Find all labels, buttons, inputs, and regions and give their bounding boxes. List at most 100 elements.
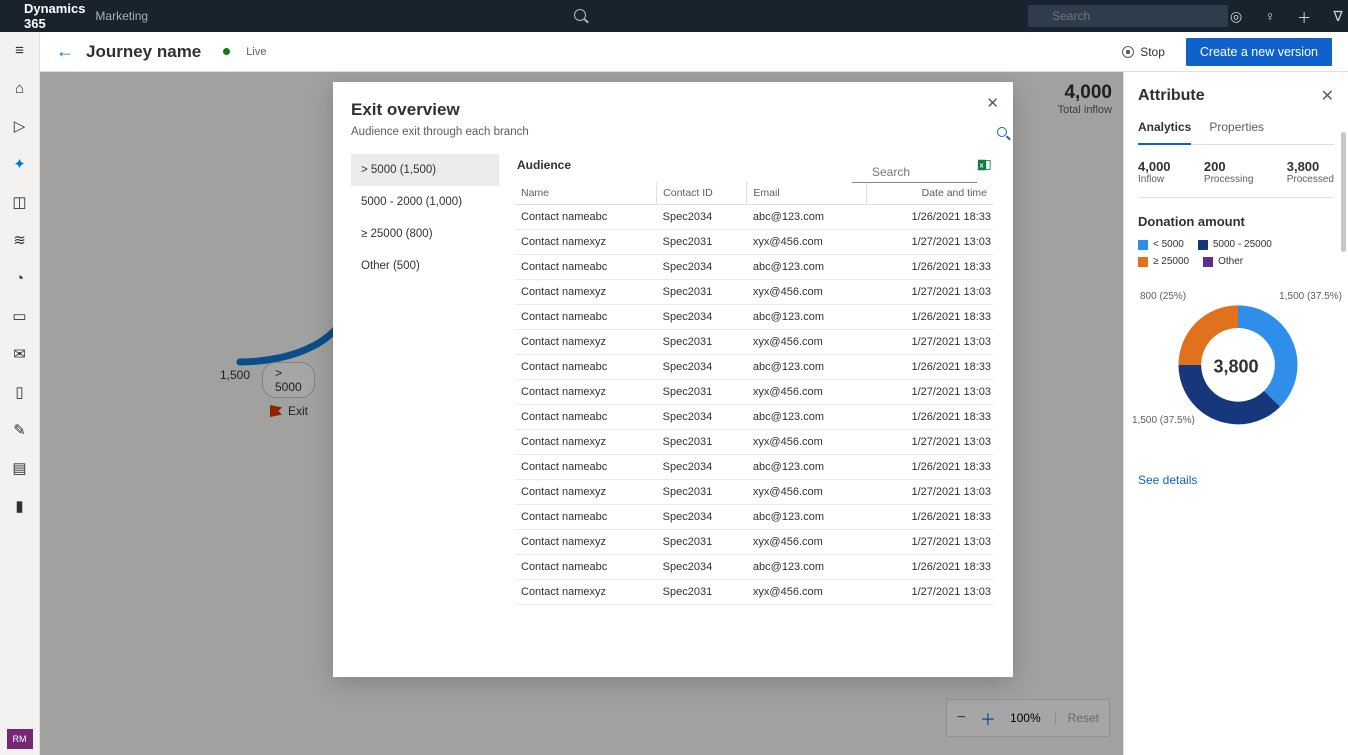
cell-id: Spec2031 xyxy=(657,530,747,555)
panel-stats: 4,000Inflow 200Processing 3,800Processed xyxy=(1138,159,1334,198)
add-icon[interactable]: ＋ xyxy=(1296,8,1312,24)
cell-id: Spec2031 xyxy=(657,430,747,455)
cell-email: xyx@456.com xyxy=(747,580,867,605)
modal-close-button[interactable]: ✕ xyxy=(986,94,999,112)
nav-channels-icon[interactable]: ▭ xyxy=(10,306,30,326)
nav-book-icon[interactable]: ▤ xyxy=(10,458,30,478)
exit-overview-modal: ✕ Exit overview Audience exit through ea… xyxy=(333,82,1013,677)
table-row[interactable]: Contact namexyzSpec2031xyx@456.com1/27/2… xyxy=(515,230,993,255)
table-row[interactable]: Contact namexyzSpec2031xyx@456.com1/27/2… xyxy=(515,580,993,605)
cell-id: Spec2031 xyxy=(657,380,747,405)
cell-name: Contact namexyz xyxy=(515,280,657,305)
table-row[interactable]: Contact nameabcSpec2034abc@123.com1/26/2… xyxy=(515,505,993,530)
cell-name: Contact namexyz xyxy=(515,330,657,355)
tab-properties[interactable]: Properties xyxy=(1209,120,1264,144)
table-row[interactable]: Contact namexyzSpec2031xyx@456.com1/27/2… xyxy=(515,330,993,355)
create-version-button[interactable]: Create a new version xyxy=(1186,38,1332,66)
cell-email: xyx@456.com xyxy=(747,430,867,455)
cell-datetime: 1/26/2021 18:33 xyxy=(867,305,993,330)
back-button[interactable]: ← xyxy=(56,41,74,62)
col-datetime[interactable]: Date and time xyxy=(867,182,993,205)
idea-icon[interactable]: ♀ xyxy=(1262,8,1278,24)
donut-label-lightblue: 1,500 (37.5%) xyxy=(1279,291,1342,302)
legend-item: ≥ 25000 xyxy=(1138,256,1189,267)
app-launcher-icon[interactable] xyxy=(8,7,12,25)
nav-email-icon[interactable]: ✉ xyxy=(10,344,30,364)
left-rail: ≡ ⌂ ▷ ✦ ◫ ≋ ◔ ▭ ✉ ▯ ✎ ▤ ▮ RM xyxy=(0,32,40,755)
tab-analytics[interactable]: Analytics xyxy=(1138,120,1191,145)
brand-area: Marketing xyxy=(95,9,148,23)
branch-item[interactable]: ≥ 25000 (800) xyxy=(351,218,499,250)
top-icons: ◎ ♀ ＋ ∇ ⚙ ? xyxy=(1228,4,1348,28)
col-id[interactable]: Contact ID xyxy=(657,182,747,205)
nav-more-icon[interactable]: ▮ xyxy=(10,496,30,516)
export-excel-icon[interactable]: x xyxy=(977,158,991,172)
search-icon xyxy=(574,9,586,21)
status-text: Live xyxy=(246,46,266,58)
table-row[interactable]: Contact nameabcSpec2034abc@123.com1/26/2… xyxy=(515,255,993,280)
nav-text-icon[interactable]: ✎ xyxy=(10,420,30,440)
nav-mobile-icon[interactable]: ▯ xyxy=(10,382,30,402)
filter-icon[interactable]: ∇ xyxy=(1330,8,1346,24)
col-name[interactable]: Name xyxy=(515,182,657,205)
cell-datetime: 1/27/2021 13:03 xyxy=(867,380,993,405)
cell-id: Spec2034 xyxy=(657,455,747,480)
table-row[interactable]: Contact nameabcSpec2034abc@123.com1/26/2… xyxy=(515,405,993,430)
cell-datetime: 1/26/2021 18:33 xyxy=(867,405,993,430)
global-search-input[interactable] xyxy=(1028,5,1228,27)
nav-journeys-icon[interactable]: ✦ xyxy=(10,154,30,174)
cell-name: Contact namexyz xyxy=(515,580,657,605)
table-row[interactable]: Contact nameabcSpec2034abc@123.com1/26/2… xyxy=(515,355,993,380)
branch-item[interactable]: Other (500) xyxy=(351,250,499,282)
nav-analytics-icon[interactable]: ◔ xyxy=(10,268,30,288)
cell-id: Spec2034 xyxy=(657,405,747,430)
status-dot-icon xyxy=(223,48,230,55)
stat-inflow: 4,000Inflow xyxy=(1138,159,1171,185)
table-row[interactable]: Contact namexyzSpec2031xyx@456.com1/27/2… xyxy=(515,480,993,505)
nav-triggers-icon[interactable]: ≋ xyxy=(10,230,30,250)
page-title: Journey name xyxy=(86,42,201,62)
cell-email: xyx@456.com xyxy=(747,280,867,305)
legend-item: < 5000 xyxy=(1138,239,1184,250)
topbar: Dynamics 365 Marketing ◎ ♀ ＋ ∇ ⚙ ? xyxy=(0,0,1348,32)
cell-email: abc@123.com xyxy=(747,555,867,580)
table-row[interactable]: Contact nameabcSpec2034abc@123.com1/26/2… xyxy=(515,205,993,230)
cell-name: Contact namexyz xyxy=(515,480,657,505)
cell-email: xyx@456.com xyxy=(747,530,867,555)
table-row[interactable]: Contact namexyzSpec2031xyx@456.com1/27/2… xyxy=(515,530,993,555)
table-row[interactable]: Contact nameabcSpec2034abc@123.com1/26/2… xyxy=(515,305,993,330)
nav-segments-icon[interactable]: ◫ xyxy=(10,192,30,212)
nav-play-icon[interactable]: ▷ xyxy=(10,116,30,136)
cell-name: Contact nameabc xyxy=(515,405,657,430)
cell-datetime: 1/26/2021 18:33 xyxy=(867,505,993,530)
col-email[interactable]: Email xyxy=(747,182,867,205)
table-row[interactable]: Contact namexyzSpec2031xyx@456.com1/27/2… xyxy=(515,430,993,455)
modal-search-input[interactable] xyxy=(852,162,977,183)
table-row[interactable]: Contact namexyzSpec2031xyx@456.com1/27/2… xyxy=(515,280,993,305)
chart-legend: < 5000 5000 - 25000 ≥ 25000 Other xyxy=(1138,239,1334,267)
cell-id: Spec2031 xyxy=(657,330,747,355)
site-switcher[interactable]: RM xyxy=(7,729,33,749)
panel-scrollbar[interactable] xyxy=(1341,132,1346,252)
audience-pane: Audience x Name Contact ID Email Date an… xyxy=(515,154,993,663)
panel-title: Attribute xyxy=(1138,87,1205,105)
see-details-link[interactable]: See details xyxy=(1138,473,1334,487)
branch-item[interactable]: > 5000 (1,500) xyxy=(351,154,499,186)
nav-menu-icon[interactable]: ≡ xyxy=(10,40,30,60)
cell-datetime: 1/26/2021 18:33 xyxy=(867,355,993,380)
branch-item[interactable]: 5000 - 2000 (1,000) xyxy=(351,186,499,218)
stop-button[interactable]: Stop xyxy=(1111,40,1176,64)
legend-swatch-icon xyxy=(1203,257,1213,267)
stop-label: Stop xyxy=(1140,45,1165,59)
table-row[interactable]: Contact nameabcSpec2034abc@123.com1/26/2… xyxy=(515,555,993,580)
panel-close-icon[interactable]: ✕ xyxy=(1321,86,1334,106)
cell-email: xyx@456.com xyxy=(747,480,867,505)
command-bar: ← Journey name Live Stop Create a new ve… xyxy=(40,32,1348,72)
assist-icon[interactable]: ◎ xyxy=(1228,8,1244,24)
table-row[interactable]: Contact nameabcSpec2034abc@123.com1/26/2… xyxy=(515,455,993,480)
cell-id: Spec2034 xyxy=(657,205,747,230)
stat-processed: 3,800Processed xyxy=(1287,159,1334,185)
svg-text:x: x xyxy=(980,163,984,170)
table-row[interactable]: Contact namexyzSpec2031xyx@456.com1/27/2… xyxy=(515,380,993,405)
nav-home-icon[interactable]: ⌂ xyxy=(10,78,30,98)
